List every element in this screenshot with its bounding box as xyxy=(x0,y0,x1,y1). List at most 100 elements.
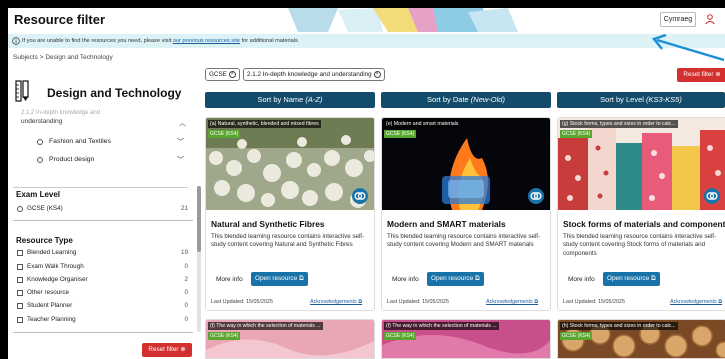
open-label: Open resource xyxy=(431,275,474,282)
chip-label: 2.1.2 In-depth knowledge and understandi… xyxy=(247,71,372,78)
acknowledgements-link[interactable]: Acknowledgements ⧉ xyxy=(486,299,538,306)
radio-icon[interactable] xyxy=(37,139,43,145)
chip-label: GCSE xyxy=(209,71,227,78)
resource-card[interactable]: (e) Modern and smart materials GCSE (KS4… xyxy=(381,117,551,311)
sidebar-scrollbar[interactable] xyxy=(197,186,201,332)
scrollbar-thumb[interactable] xyxy=(197,186,201,252)
reset-filter-button[interactable]: Reset filter ⊗ xyxy=(677,68,725,82)
level-badge: GCSE (KS4) xyxy=(384,130,417,138)
open-resource-button[interactable]: Open resource ⧉ xyxy=(603,272,660,286)
card-description: This blended learning resource contains … xyxy=(211,233,365,249)
resource-type-count: 0 xyxy=(184,263,188,270)
close-icon[interactable]: × xyxy=(228,70,236,78)
header-decoration xyxy=(288,8,518,32)
exam-level-gcse[interactable]: GCSE (KS4) 21 xyxy=(16,205,188,215)
exam-level-title: Exam Level xyxy=(16,190,61,199)
option-label: Product design xyxy=(49,156,95,163)
divider xyxy=(13,332,193,333)
resource-type-count: 0 xyxy=(184,289,188,296)
sort-by-date-button[interactable]: Sort by Date (New-Old) xyxy=(381,92,551,108)
level-badge: GCSE (KS4) xyxy=(208,130,241,138)
sort-mode: (KS3-KS5) xyxy=(646,95,682,104)
info-text-after: for additional materials. xyxy=(239,38,300,44)
sort-mode: (A-Z) xyxy=(305,95,323,104)
acknowledgements-link[interactable]: Acknowledgements ⧉ xyxy=(310,299,362,306)
resource-type-item[interactable]: Exam Walk Through 0 xyxy=(16,263,188,273)
resource-type-item[interactable]: Blended Learning 19 xyxy=(16,249,188,259)
filter-sidebar: Design and Technology 2.1.2 In-depth kno… xyxy=(13,68,201,359)
checkbox-icon[interactable] xyxy=(17,290,23,296)
resource-type-label: Blended Learning xyxy=(27,249,77,256)
radio-icon[interactable] xyxy=(17,206,23,212)
open-label: Open resource xyxy=(607,275,650,282)
breadcrumb[interactable]: Subjects > Design and Technology xyxy=(13,54,113,61)
chevron-down-icon[interactable]: ﹀ xyxy=(177,137,184,147)
card-caption: (g) Stock forms, types and sizes in orde… xyxy=(560,120,678,128)
last-updated: Last Updated: 15/05/2025 xyxy=(211,299,274,305)
card-description: This blended learning resource contains … xyxy=(387,233,541,249)
resource-type-item[interactable]: Student Planner 0 xyxy=(16,302,188,312)
checkbox-icon[interactable] xyxy=(17,317,23,323)
sort-prefix: Sort by Name xyxy=(257,95,306,104)
checkbox-icon[interactable] xyxy=(17,250,23,256)
sort-by-level-button[interactable]: Sort by Level (KS3-KS5) xyxy=(557,92,725,108)
ruler-pencil-icon xyxy=(15,80,29,102)
more-info-button[interactable]: More info xyxy=(563,272,600,286)
sort-mode: (New-Old) xyxy=(470,95,505,104)
topic-row-faded: 2.1.2 In-depth knowledge and xyxy=(21,110,101,116)
resource-type-count: 2 xyxy=(184,276,188,283)
info-text-before: If you are unable to find the resources … xyxy=(22,38,173,44)
last-updated: Last Updated: 15/05/2025 xyxy=(387,299,450,305)
resource-type-item[interactable]: Other resource 0 xyxy=(16,289,188,299)
checkbox-icon[interactable] xyxy=(17,264,23,270)
level-badge: GCSE (KS4) xyxy=(560,332,593,340)
more-info-button[interactable]: More info xyxy=(387,272,424,286)
resource-logo-icon xyxy=(704,188,720,204)
chip-gcse[interactable]: GCSE × xyxy=(205,68,240,81)
resource-type-count: 19 xyxy=(180,249,188,256)
resource-card[interactable]: (g) Stock forms, types and sizes in orde… xyxy=(557,117,725,311)
reset-label: Reset filter xyxy=(148,346,179,353)
content-filter-list: 2.1.2 In-depth knowledge and understandi… xyxy=(13,108,188,188)
exam-level-label: GCSE (KS4) xyxy=(27,205,63,212)
resource-logo-icon xyxy=(528,188,544,204)
open-resource-button[interactable]: Open resource ⧉ xyxy=(427,272,484,286)
chip-topic[interactable]: 2.1.2 In-depth knowledge and understandi… xyxy=(243,68,385,81)
level-badge: GCSE (KS4) xyxy=(384,332,417,340)
reset-label: Reset filter xyxy=(683,71,714,78)
resource-type-label: Teacher Planning xyxy=(27,316,76,323)
previous-resources-link[interactable]: our previous resources site xyxy=(173,38,240,44)
resource-type-item[interactable]: Knowledge Organiser 2 xyxy=(16,276,188,286)
card-description: This blended learning resource contains … xyxy=(563,233,717,257)
radio-icon[interactable] xyxy=(37,157,43,163)
more-info-button[interactable]: More info xyxy=(211,272,248,286)
user-icon[interactable] xyxy=(704,13,716,25)
checkbox-icon[interactable] xyxy=(17,303,23,309)
resource-type-label: Exam Walk Through xyxy=(27,263,84,270)
chevron-up-icon[interactable]: ︿ xyxy=(179,118,186,128)
open-resource-button[interactable]: Open resource ⧉ xyxy=(251,272,308,286)
level-badge: GCSE (KS4) xyxy=(560,130,593,138)
chevron-down-icon[interactable]: ﹀ xyxy=(177,155,184,165)
resource-logo-icon xyxy=(352,188,368,204)
checkbox-icon[interactable] xyxy=(17,277,23,283)
resource-type-count: 0 xyxy=(184,316,188,323)
acknowledgements-link[interactable]: Acknowledgements ⧉ xyxy=(670,299,722,306)
close-icon[interactable]: × xyxy=(373,70,381,78)
resource-card[interactable]: (h) Stock forms, types and sizes in orde… xyxy=(557,319,725,359)
exam-level-count: 21 xyxy=(180,205,188,212)
language-button[interactable]: Cymraeg xyxy=(660,12,696,27)
resource-card[interactable]: (f) The way in which the selection of ma… xyxy=(205,319,375,359)
resource-card[interactable]: (a) Natural, synthetic, blended and mixe… xyxy=(205,117,375,311)
resource-type-item[interactable]: Teacher Planning 0 xyxy=(16,316,188,326)
subject-title: Design and Technology xyxy=(47,86,182,100)
reset-filter-button-sidebar[interactable]: Reset filter ⊗ xyxy=(142,343,192,357)
top-bar: Resource filter Cymraeg xyxy=(8,8,725,32)
option-product-design[interactable]: Product design ﹀ xyxy=(21,154,189,168)
sort-by-name-button[interactable]: Sort by Name (A-Z) xyxy=(205,92,375,108)
resource-type-label: Other resource xyxy=(27,289,69,296)
last-updated: Last Updated: 15/05/2025 xyxy=(563,299,626,305)
ack-label: Acknowledgements xyxy=(670,299,717,305)
resource-card[interactable]: (f) The way in which the selection of ma… xyxy=(381,319,551,359)
option-fashion-textiles[interactable]: Fashion and Textiles ﹀ xyxy=(21,136,189,150)
